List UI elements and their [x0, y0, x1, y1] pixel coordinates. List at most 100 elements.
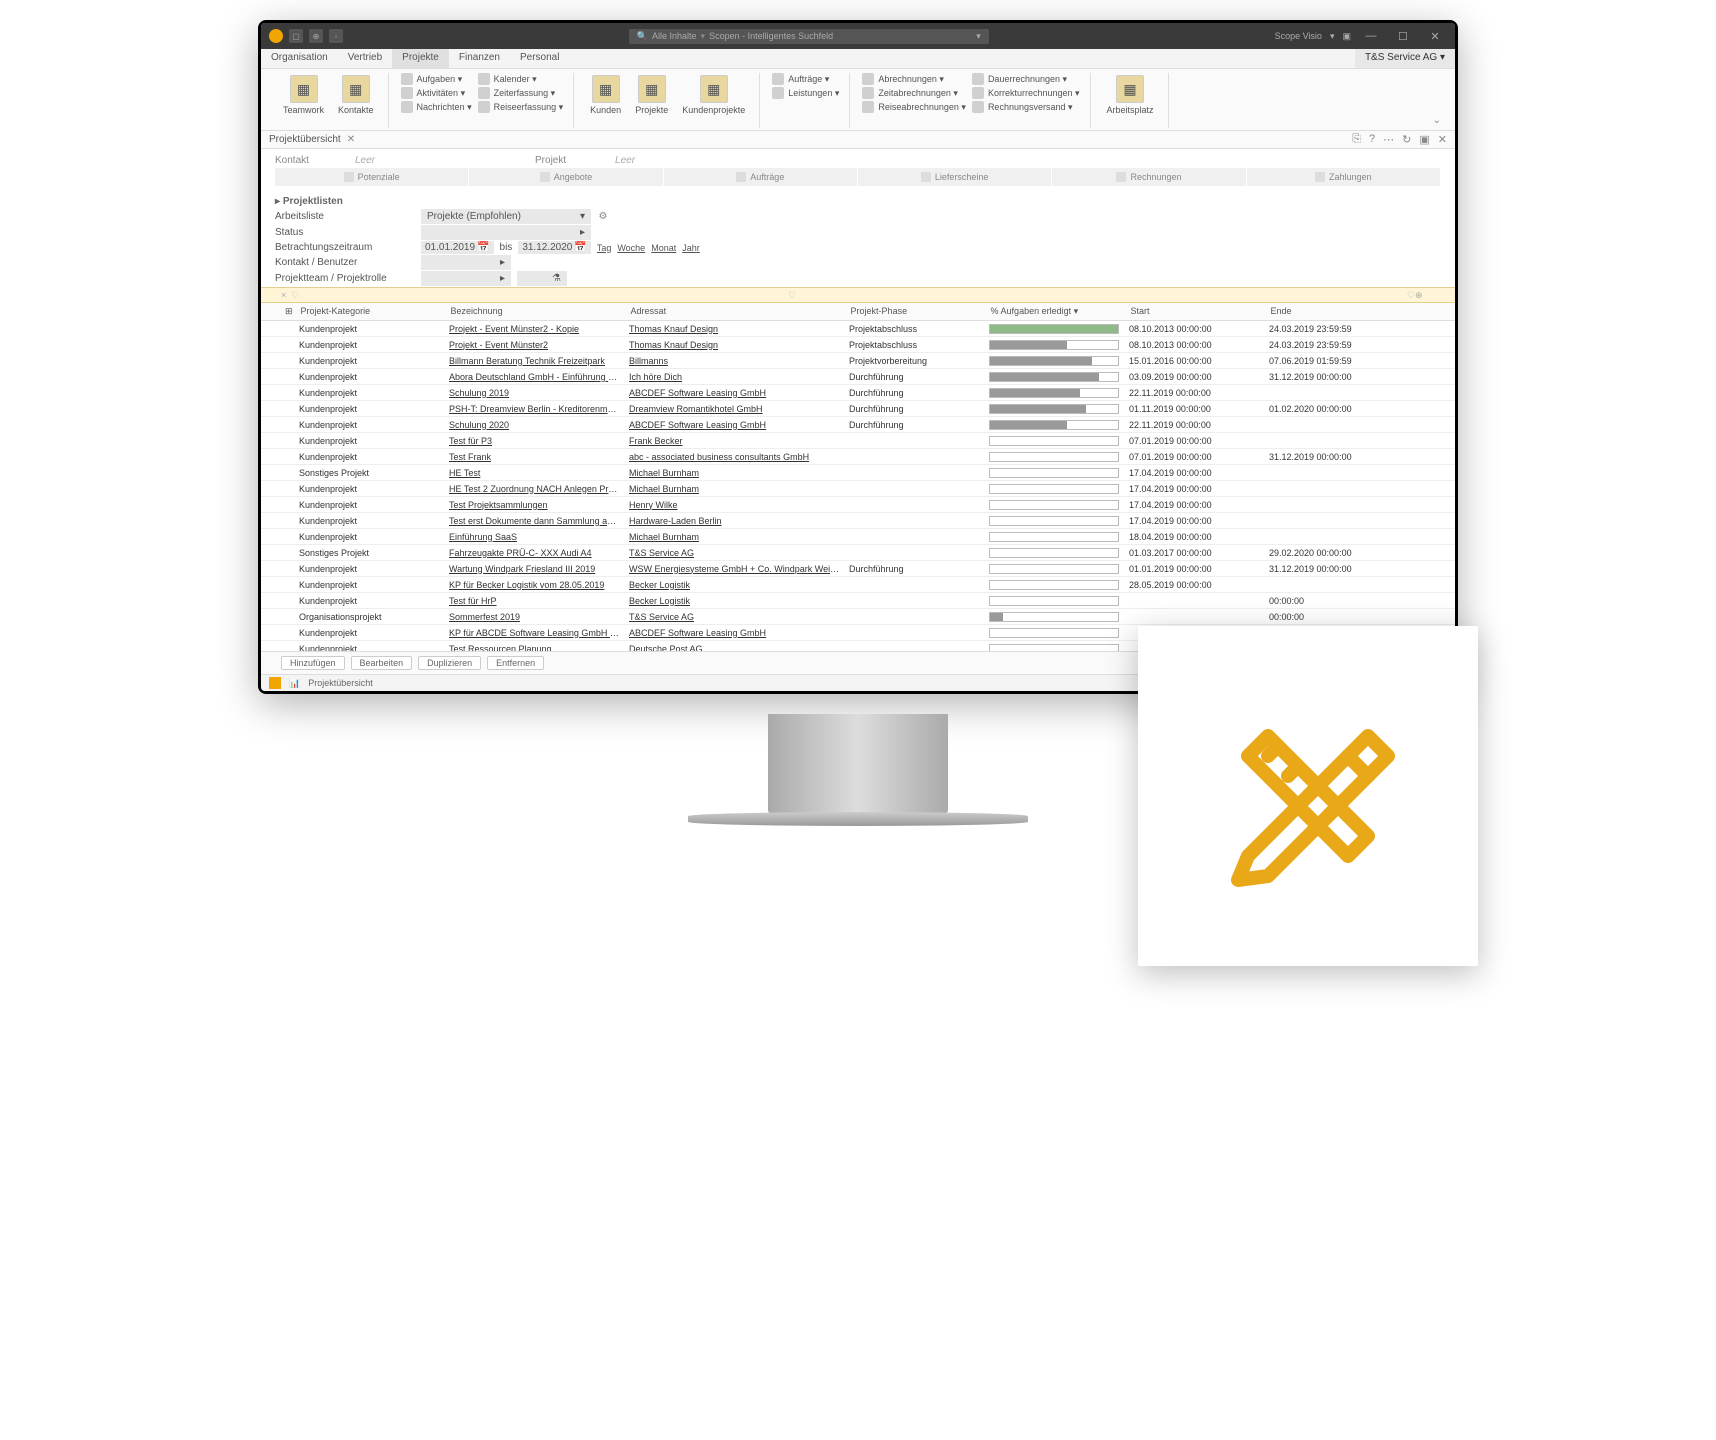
ribbon-aufträge[interactable]: Aufträge ▾ [772, 73, 839, 85]
close-view-icon[interactable]: ✕ [1438, 133, 1447, 146]
bearbeiten-button[interactable]: Bearbeiten [351, 656, 413, 670]
table-row[interactable]: KundenprojektTest Frankabc - associated … [261, 449, 1455, 465]
duplizieren-button[interactable]: Duplizieren [418, 656, 481, 670]
ribbon-kalender[interactable]: Kalender ▾ [478, 73, 564, 85]
qat-more-icon[interactable]: ◦ [329, 29, 343, 43]
ribbon-aktivitäten[interactable]: Aktivitäten ▾ [401, 87, 472, 99]
table-row[interactable]: KundenprojektAbora Deutschland GmbH - Ei… [261, 369, 1455, 385]
kontakt-input[interactable]: Leer [355, 155, 375, 166]
more-icon[interactable]: ⋯ [1383, 133, 1394, 146]
ribbon-collapse-icon[interactable]: ⌄ [1427, 113, 1447, 128]
status-chart-icon[interactable]: 📊 [289, 678, 300, 689]
layout-icon[interactable]: ▣ [1342, 31, 1351, 42]
company-selector[interactable]: T&S Service AG ▾ [1355, 49, 1455, 68]
window-icon[interactable]: ▣ [1419, 133, 1429, 146]
ribbon-kundenprojekte[interactable]: ▦Kundenprojekte [678, 73, 749, 117]
pipeline-lieferscheine[interactable]: Lieferscheine [858, 168, 1052, 186]
entfernen-button[interactable]: Entfernen [487, 656, 544, 670]
search-icon: 🔍 [637, 31, 648, 42]
status-dropdown[interactable]: ▸ [421, 225, 591, 240]
ribbon-korrekturrechnungen[interactable]: Korrekturrechnungen ▾ [972, 87, 1080, 99]
arbeitsliste-dropdown[interactable]: Projekte (Empfohlen)▾ [421, 209, 591, 224]
pipeline-aufträge[interactable]: Aufträge [664, 168, 858, 186]
table-row[interactable]: KundenprojektTest ProjektsammlungenHenry… [261, 497, 1455, 513]
col-kategorie[interactable]: Projekt-Kategorie [297, 305, 447, 318]
pipeline-zahlungen[interactable]: Zahlungen [1247, 168, 1441, 186]
global-search[interactable]: 🔍 Alle Inhalte ▾ Scopen - Intelligentes … [629, 29, 989, 44]
grid-filter-row[interactable]: ×♡♡♡⊕ [261, 287, 1455, 303]
menu-finanzen[interactable]: Finanzen [449, 49, 510, 68]
maximize-button[interactable]: ☐ [1391, 30, 1415, 43]
document-tab[interactable]: Projektübersicht [269, 134, 341, 145]
projekt-input[interactable]: Leer [615, 155, 635, 166]
table-row[interactable]: KundenprojektHE Test 2 Zuordnung NACH An… [261, 481, 1455, 497]
status-label: Projektübersicht [308, 678, 373, 688]
menu-vertrieb[interactable]: Vertrieb [338, 49, 392, 68]
ribbon-dauerrechnungen[interactable]: Dauerrechnungen ▾ [972, 73, 1080, 85]
close-button[interactable]: ✕ [1423, 30, 1447, 43]
table-row[interactable]: OrganisationsprojektSommerfest 2019T&S S… [261, 609, 1455, 625]
col-bezeichnung[interactable]: Bezeichnung [447, 305, 627, 318]
col-phase[interactable]: Projekt-Phase [847, 305, 987, 318]
range-monat[interactable]: Monat [651, 243, 676, 253]
projektteam-label: Projektteam / Projektrolle [275, 273, 415, 284]
ribbon-rechnungsversand[interactable]: Rechnungsversand ▾ [972, 101, 1080, 113]
tab-close-icon[interactable]: ✕ [347, 134, 355, 145]
ribbon-arbeitsplatz[interactable]: ▦Arbeitsplatz [1103, 73, 1158, 117]
range-woche[interactable]: Woche [617, 243, 645, 253]
qat-refresh-icon[interactable]: ⊕ [309, 29, 323, 43]
pipeline-rechnungen[interactable]: Rechnungen [1052, 168, 1246, 186]
minimize-button[interactable]: — [1359, 30, 1383, 42]
col-adressat[interactable]: Adressat [627, 305, 847, 318]
col-start[interactable]: Start [1127, 305, 1267, 318]
table-row[interactable]: KundenprojektSchulung 2020ABCDEF Softwar… [261, 417, 1455, 433]
ribbon-teamwork[interactable]: ▦Teamwork [279, 73, 328, 117]
table-row[interactable]: KundenprojektTest erst Dokumente dann Sa… [261, 513, 1455, 529]
ribbon-kontakte[interactable]: ▦Kontakte [334, 73, 378, 117]
ribbon-leistungen[interactable]: Leistungen ▾ [772, 87, 839, 99]
hinzufügen-button[interactable]: Hinzufügen [281, 656, 345, 670]
table-row[interactable]: Sonstiges ProjektHE TestMichael Burnham1… [261, 465, 1455, 481]
help-icon[interactable]: ? [1369, 133, 1375, 146]
pipeline-potenziale[interactable]: Potenziale [275, 168, 469, 186]
ribbon-aufgaben[interactable]: Aufgaben ▾ [401, 73, 472, 85]
ribbon-reiseerfassung[interactable]: Reiseerfassung ▾ [478, 101, 564, 113]
ribbon-reiseabrechnungen[interactable]: Reiseabrechnungen ▾ [862, 101, 966, 113]
date-to[interactable]: 31.12.2020 📅 [518, 241, 591, 254]
range-tag[interactable]: Tag [597, 243, 612, 253]
pipeline-angebote[interactable]: Angebote [469, 168, 663, 186]
table-row[interactable]: KundenprojektKP für Becker Logistik vom … [261, 577, 1455, 593]
copy-icon[interactable]: ⎘ [1352, 133, 1361, 146]
table-row[interactable]: KundenprojektTest für P3Frank Becker07.0… [261, 433, 1455, 449]
col-aufgaben[interactable]: % Aufgaben erledigt ▾ [987, 305, 1127, 318]
table-row[interactable]: KundenprojektEinführung SaaSMichael Burn… [261, 529, 1455, 545]
menu-organisation[interactable]: Organisation [261, 49, 338, 68]
ribbon-projekte[interactable]: ▦Projekte [631, 73, 672, 117]
table-row[interactable]: KundenprojektProjekt - Event Münster2 - … [261, 321, 1455, 337]
table-row[interactable]: KundenprojektTest für HrPBecker Logistik… [261, 593, 1455, 609]
projektteam-dropdown[interactable]: ▸ [421, 271, 511, 286]
projektrolle-dropdown[interactable]: ⚗ [517, 271, 567, 286]
ribbon-nachrichten[interactable]: Nachrichten ▾ [401, 101, 472, 113]
qat-save-icon[interactable]: ▢ [289, 29, 303, 43]
ribbon-kunden[interactable]: ▦Kunden [586, 73, 625, 117]
menu-personal[interactable]: Personal [510, 49, 569, 68]
menu-projekte[interactable]: Projekte [392, 49, 449, 68]
ribbon-abrechnungen[interactable]: Abrechnungen ▾ [862, 73, 966, 85]
refresh-icon[interactable]: ↻ [1402, 133, 1411, 146]
ribbon-zeitabrechnungen[interactable]: Zeitabrechnungen ▾ [862, 87, 966, 99]
range-jahr[interactable]: Jahr [682, 243, 700, 253]
col-ende[interactable]: Ende [1267, 305, 1407, 318]
table-row[interactable]: KundenprojektProjekt - Event Münster2Tho… [261, 337, 1455, 353]
app-badge-icon [269, 29, 283, 43]
table-row[interactable]: KundenprojektWartung Windpark Friesland … [261, 561, 1455, 577]
kontakt-benutzer-dropdown[interactable]: ▸ [421, 255, 511, 270]
table-row[interactable]: KundenprojektBillmann Beratung Technik F… [261, 353, 1455, 369]
table-row[interactable]: KundenprojektPSH-T: Dreamview Berlin - K… [261, 401, 1455, 417]
date-from[interactable]: 01.01.2019 📅 [421, 241, 494, 254]
ribbon-zeiterfassung[interactable]: Zeiterfassung ▾ [478, 87, 564, 99]
filter-icon[interactable]: ⚙ [597, 211, 609, 223]
expand-col[interactable]: ⊞ [281, 305, 297, 318]
table-row[interactable]: Sonstiges ProjektFahrzeugakte PRÜ-C- XXX… [261, 545, 1455, 561]
table-row[interactable]: KundenprojektSchulung 2019ABCDEF Softwar… [261, 385, 1455, 401]
